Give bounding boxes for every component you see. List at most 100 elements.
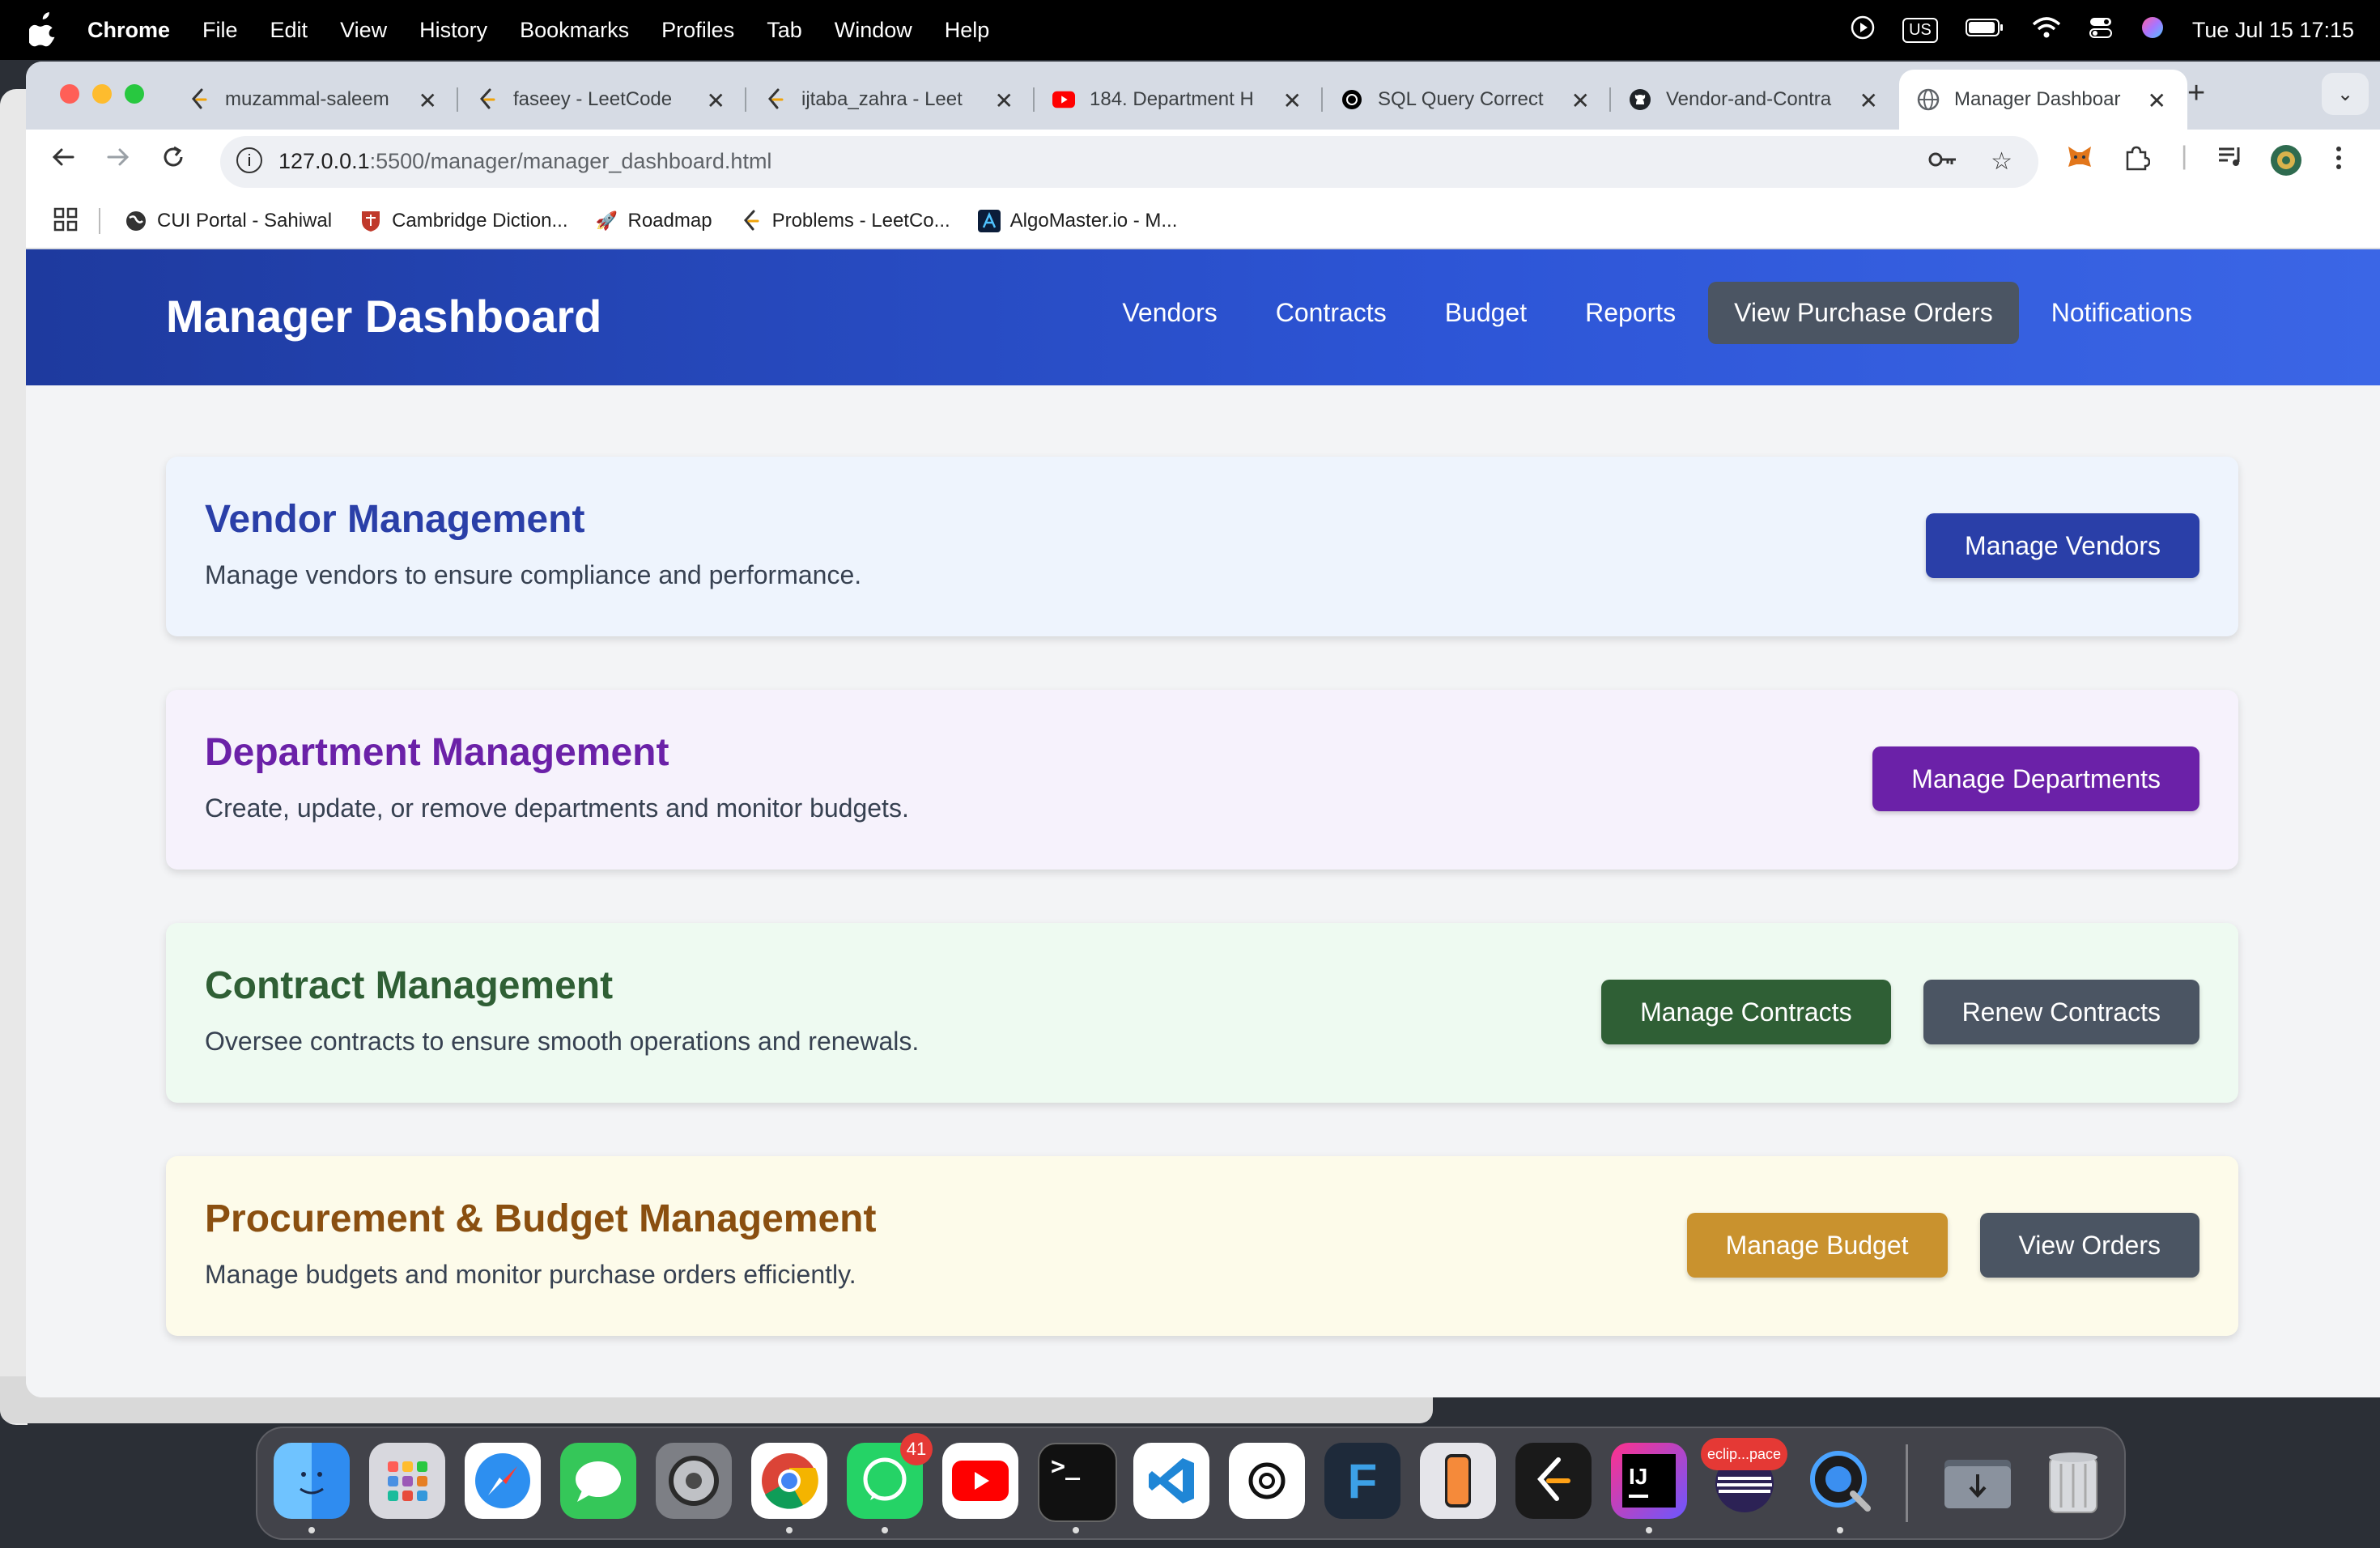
menu-file[interactable]: File [202, 18, 238, 43]
menu-tab[interactable]: Tab [767, 18, 802, 43]
url-text[interactable]: 127.0.0.1:5500/manager/manager_dashboard… [278, 149, 771, 174]
menu-app-name[interactable]: Chrome [87, 18, 170, 43]
tab-manager-dashboard[interactable]: Manager Dashboar ✕ [1899, 70, 2187, 130]
safari-icon[interactable] [465, 1443, 541, 1519]
apple-icon[interactable] [29, 11, 58, 47]
manage-contracts-button[interactable]: Manage Contracts [1601, 980, 1891, 1044]
view-orders-button[interactable]: View Orders [1979, 1213, 2199, 1278]
nav-notifications[interactable]: Notifications [2025, 282, 2218, 344]
tab-sql-query[interactable]: SQL Query Correct ✕ [1323, 70, 1611, 130]
bookmark-cambridge[interactable]: Cambridge Diction... [359, 210, 568, 232]
back-arrow-icon[interactable] [50, 144, 76, 177]
close-tab-icon[interactable]: ✕ [419, 87, 437, 114]
manage-vendors-button[interactable]: Manage Vendors [1926, 513, 2199, 578]
input-source-indicator[interactable]: US [1902, 17, 1938, 43]
card-title: Department Management [205, 731, 669, 774]
apps-grid-icon[interactable] [53, 207, 78, 236]
whatsapp-icon[interactable]: 41 [847, 1433, 933, 1519]
minimize-window-button[interactable] [92, 84, 112, 104]
renew-contracts-button[interactable]: Renew Contracts [1923, 980, 2199, 1044]
manage-departments-button[interactable]: Manage Departments [1872, 746, 2199, 811]
play-circle-icon[interactable] [1851, 15, 1875, 45]
tab-muzammal-saleem[interactable]: muzammal-saleem ✕ [170, 70, 458, 130]
battery-icon[interactable] [1965, 18, 2004, 43]
quicktime-icon[interactable] [1802, 1443, 1878, 1519]
manage-budget-button[interactable]: Manage Budget [1686, 1213, 1948, 1278]
intellij-ij-mark: IJ [1622, 1454, 1676, 1508]
page-title: Manager Dashboard [166, 291, 602, 342]
metamask-icon[interactable] [2066, 144, 2093, 176]
menu-clock[interactable]: Tue Jul 15 17:15 [2192, 18, 2354, 43]
nav-contracts[interactable]: Contracts [1250, 282, 1413, 344]
close-tab-icon[interactable]: ✕ [1859, 87, 1878, 114]
bookmark-roadmap[interactable]: 🚀 Roadmap [596, 210, 712, 232]
system-settings-icon[interactable] [656, 1443, 732, 1519]
nav-budget[interactable]: Budget [1419, 282, 1553, 344]
vendor-management-card: Vendor Management Manage vendors to ensu… [166, 457, 2238, 636]
wifi-icon[interactable] [2032, 16, 2061, 45]
tab-faseey-leetcode[interactable]: faseey - LeetCode ✕ [458, 70, 746, 130]
nav-reports[interactable]: Reports [1559, 282, 1702, 344]
password-key-icon[interactable] [1927, 147, 1958, 178]
macos-menu-bar: Chrome File Edit View History Bookmarks … [0, 0, 2380, 60]
messages-icon[interactable] [560, 1443, 636, 1519]
menu-help[interactable]: Help [945, 18, 990, 43]
macos-dock: 41 >_ F IJ eclip...pace [256, 1427, 2126, 1540]
tab-youtube-department[interactable]: 184. Department H ✕ [1035, 70, 1323, 130]
finder-icon[interactable] [274, 1443, 350, 1519]
nav-view-purchase-orders[interactable]: View Purchase Orders [1708, 282, 2019, 344]
reload-icon[interactable] [160, 144, 186, 177]
bookmark-cui-portal[interactable]: CUI Portal - Sahiwal [125, 210, 332, 232]
menu-profiles[interactable]: Profiles [661, 18, 734, 43]
profile-avatar-icon[interactable] [2270, 144, 2302, 183]
media-controls-icon[interactable] [2216, 144, 2244, 175]
browser-toolbar: i 127.0.0.1:5500/manager/manager_dashboa… [26, 130, 2380, 194]
menu-window[interactable]: Window [835, 18, 912, 43]
forward-arrow-icon[interactable] [105, 144, 131, 177]
nav-vendors[interactable]: Vendors [1096, 282, 1243, 344]
launchpad-icon[interactable] [369, 1443, 445, 1519]
tab-strip: muzammal-saleem ✕ faseey - LeetCode ✕ ij… [26, 62, 2380, 130]
close-tab-icon[interactable]: ✕ [707, 87, 725, 114]
close-window-button[interactable] [60, 84, 79, 104]
site-info-icon[interactable]: i [236, 147, 262, 173]
close-tab-icon[interactable]: ✕ [1571, 87, 1590, 114]
close-tab-icon[interactable]: ✕ [1283, 87, 1302, 114]
dashboard-header: Manager Dashboard Vendors Contracts Budg… [26, 249, 2380, 385]
bookmarks-bar: CUI Portal - Sahiwal Cambridge Diction..… [26, 194, 2380, 249]
tab-title: muzammal-saleem [225, 88, 389, 110]
menu-history[interactable]: History [419, 18, 487, 43]
figma-f-icon[interactable]: F [1324, 1443, 1400, 1519]
tab-ijtaba-zahra[interactable]: ijtaba_zahra - Leet ✕ [746, 70, 1035, 130]
bookmark-star-icon[interactable]: ☆ [1991, 147, 2012, 178]
bookmark-leetcode-problems[interactable]: Problems - LeetCo... [740, 210, 950, 232]
downloads-folder-icon[interactable] [1940, 1443, 2016, 1519]
url-path: :5500/manager/manager_dashboard.html [369, 149, 772, 173]
close-tab-icon[interactable]: ✕ [2148, 87, 2166, 114]
iphone-mirroring-icon[interactable] [1420, 1443, 1496, 1519]
address-bar[interactable]: i 127.0.0.1:5500/manager/manager_dashboa… [220, 136, 2038, 188]
eclipse-icon[interactable]: eclip...pace [1700, 1438, 1787, 1519]
tab-github-vendor[interactable]: Vendor-and-Contra ✕ [1611, 70, 1899, 130]
more-menu-icon[interactable] [2335, 144, 2343, 178]
menu-bookmarks[interactable]: Bookmarks [520, 18, 629, 43]
chatgpt-icon[interactable] [1229, 1443, 1305, 1519]
chrome-icon[interactable] [751, 1443, 827, 1519]
menu-edit[interactable]: Edit [270, 18, 308, 43]
close-tab-icon[interactable]: ✕ [995, 87, 1014, 114]
siri-icon[interactable] [2140, 15, 2165, 45]
youtube-icon[interactable] [942, 1443, 1018, 1519]
bookmark-algomaster[interactable]: AlgoMaster.io - M... [977, 210, 1177, 232]
vscode-icon[interactable] [1133, 1443, 1209, 1519]
leetcode-icon[interactable] [1515, 1443, 1592, 1519]
tab-search-chevron-icon[interactable]: ⌄ [2322, 73, 2369, 115]
menu-view[interactable]: View [340, 18, 387, 43]
extensions-puzzle-icon[interactable] [2123, 144, 2151, 178]
new-tab-icon[interactable]: + [2187, 76, 2205, 111]
intellij-idea-icon[interactable]: IJ [1611, 1443, 1687, 1519]
url-host: 127.0.0.1 [278, 149, 370, 173]
terminal-icon[interactable]: >_ [1038, 1443, 1117, 1522]
zoom-window-button[interactable] [125, 84, 144, 104]
trash-icon[interactable] [2035, 1443, 2111, 1519]
control-center-icon[interactable] [2089, 15, 2113, 45]
